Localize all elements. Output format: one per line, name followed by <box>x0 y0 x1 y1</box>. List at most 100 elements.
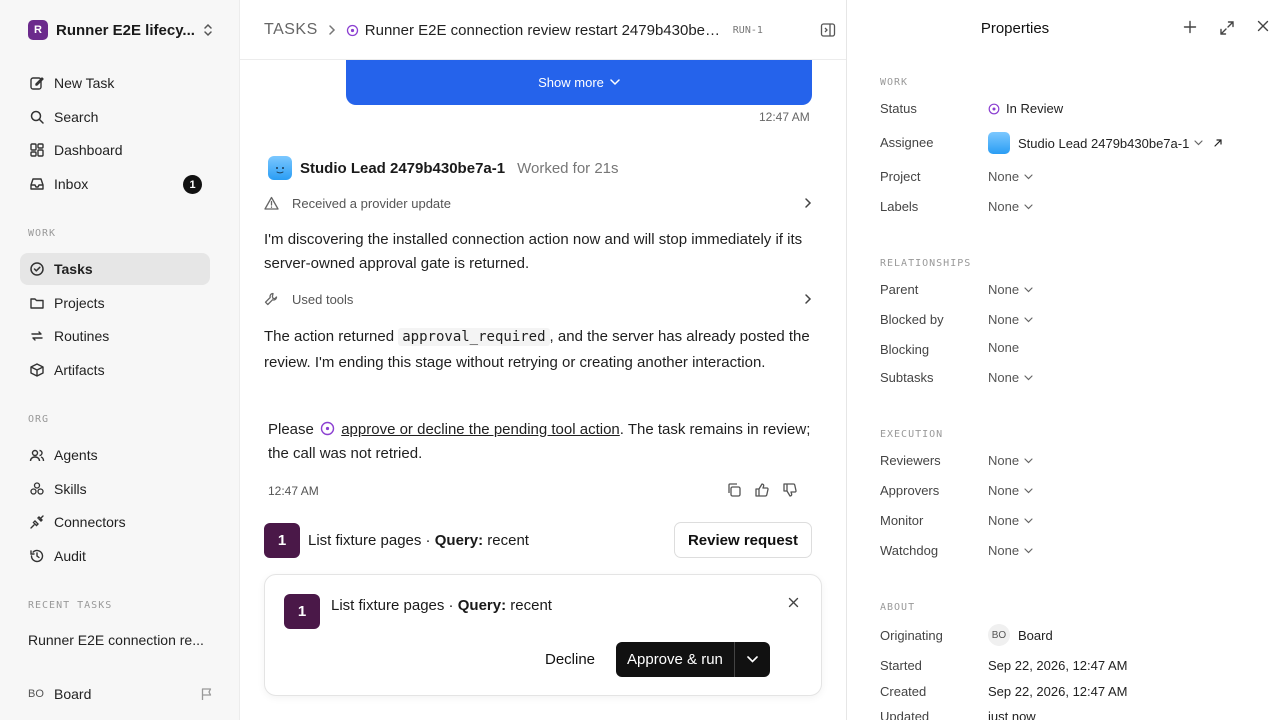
query-label: Query: <box>434 531 484 549</box>
thumbs-down-icon[interactable] <box>782 482 798 498</box>
assignee-value[interactable]: Studio Lead 2479b430be7a-1 <box>988 132 1223 154</box>
message-actions <box>726 482 798 498</box>
workspace-logo: R <box>28 20 48 40</box>
pending-action-link[interactable]: approve or decline the pending tool acti… <box>341 421 620 438</box>
text-segment: The action returned <box>264 328 395 345</box>
close-icon[interactable] <box>1257 20 1269 36</box>
sidebar-item-projects[interactable]: Projects <box>20 287 210 319</box>
text-segment: List fixture pages · <box>331 597 458 614</box>
assignee-name: Studio Lead 2479b430be7a-1 <box>1018 135 1190 151</box>
status-value[interactable]: In Review <box>988 101 1063 116</box>
sidebar-item-skills[interactable]: Skills <box>20 473 210 505</box>
sidebar-item-connectors[interactable]: Connectors <box>20 506 210 538</box>
copy-icon[interactable] <box>726 482 742 498</box>
flag-icon[interactable] <box>200 687 214 701</box>
labels-select[interactable]: None <box>988 199 1033 214</box>
panel-actions <box>1183 20 1269 36</box>
approve-split-button: Approve & run <box>616 642 770 677</box>
text-segment: List fixture pages · <box>308 531 435 549</box>
approve-run-button[interactable]: Approve & run <box>616 642 734 677</box>
blocking-value: None <box>988 340 1020 355</box>
chevron-down-icon <box>1024 286 1033 293</box>
sidebar-item-routines[interactable]: Routines <box>20 320 210 352</box>
sidebar-item-search[interactable]: Search <box>20 101 210 133</box>
history-icon <box>28 547 46 565</box>
sidebar-item-inbox[interactable]: Inbox 1 <box>20 168 210 200</box>
approve-options-button[interactable] <box>733 642 770 677</box>
parent-value: None <box>988 282 1020 297</box>
close-icon[interactable] <box>788 597 799 608</box>
event-provider-update[interactable]: Received a provider update <box>264 192 812 214</box>
reviewers-select[interactable]: None <box>988 453 1033 468</box>
review-request-button[interactable]: Review request <box>673 522 812 558</box>
users-icon <box>28 446 46 464</box>
event-used-tools[interactable]: Used tools <box>264 288 812 310</box>
approvers-select[interactable]: None <box>988 483 1033 498</box>
expand-icon[interactable] <box>1219 20 1235 36</box>
message-timestamp: 12:47 AM <box>759 110 810 124</box>
inbox-icon <box>28 175 46 193</box>
parent-label: Parent <box>880 282 919 297</box>
created-value: Sep 22, 2026, 12:47 AM <box>988 684 1128 699</box>
sidebar-item-new-task[interactable]: New Task <box>20 67 210 99</box>
section-label-work: WORK <box>28 228 57 239</box>
folder-icon <box>28 294 46 312</box>
footer-name: Board <box>54 686 92 702</box>
project-value: None <box>988 169 1020 184</box>
section-label-work: WORK <box>880 77 909 88</box>
chevron-down-icon <box>1024 374 1033 381</box>
chevron-down-icon <box>747 656 758 663</box>
sidebar-item-artifacts[interactable]: Artifacts <box>20 354 210 386</box>
external-link-icon[interactable] <box>1213 138 1223 148</box>
originating-value: BO Board <box>988 624 1053 646</box>
blocking-label: Blocking <box>880 342 930 357</box>
updated-value: just now <box>988 709 1036 720</box>
labels-value: None <box>988 199 1020 214</box>
sidebar-item-agents[interactable]: Agents <box>20 439 210 471</box>
sidebar-item-label: Inbox <box>54 176 89 192</box>
section-label-relationships: RELATIONSHIPS <box>880 258 972 269</box>
run-tag: RUN-1 <box>732 24 763 36</box>
show-more-button[interactable]: Show more <box>346 60 812 105</box>
warning-icon <box>264 196 280 210</box>
watchdog-label: Watchdog <box>880 543 939 558</box>
created-label: Created <box>880 684 927 699</box>
status-in-review-icon <box>988 103 1000 115</box>
sidebar-item-dashboard[interactable]: Dashboard <box>20 134 210 166</box>
action-number: 1 <box>264 522 300 558</box>
inline-code: approval_required <box>398 328 550 346</box>
task-thread: TASKS Runner E2E connection review resta… <box>240 0 846 720</box>
sidebar-item-label: Audit <box>54 548 86 564</box>
breadcrumb-tasks[interactable]: TASKS <box>264 21 318 39</box>
started-value: Sep 22, 2026, 12:47 AM <box>988 658 1128 673</box>
show-more-label: Show more <box>538 75 604 90</box>
sidebar-footer[interactable]: BO Board <box>28 684 214 704</box>
avatar <box>268 156 292 180</box>
decline-button[interactable]: Decline <box>533 642 607 677</box>
agent-name[interactable]: Studio Lead 2479b430be7a-1 <box>300 160 505 177</box>
parent-select[interactable]: None <box>988 282 1033 297</box>
event-label: Received a provider update <box>292 195 451 211</box>
chevron-down-icon <box>1024 173 1033 180</box>
avatar: BO <box>28 688 44 700</box>
project-select[interactable]: None <box>988 169 1033 184</box>
thumbs-up-icon[interactable] <box>754 482 770 498</box>
section-label-about: ABOUT <box>880 602 916 613</box>
subtasks-label: Subtasks <box>880 370 934 385</box>
recent-task-item[interactable]: Runner E2E connection re... <box>28 632 212 648</box>
blocked-by-select[interactable]: None <box>988 312 1033 327</box>
originating-name: Board <box>1018 627 1053 643</box>
sidebar-item-tasks[interactable]: Tasks <box>20 253 210 285</box>
watchdog-value: None <box>988 543 1020 558</box>
monitor-select[interactable]: None <box>988 513 1033 528</box>
watchdog-select[interactable]: None <box>988 543 1033 558</box>
text-segment: Please <box>268 421 314 438</box>
sidebar-item-label: New Task <box>54 75 115 91</box>
workspace-switcher[interactable]: R Runner E2E lifecy... <box>28 18 214 42</box>
sidebar-item-audit[interactable]: Audit <box>20 540 210 572</box>
section-label-recent: RECENT TASKS <box>28 600 113 611</box>
subtasks-select[interactable]: None <box>988 370 1033 385</box>
wrench-icon <box>264 292 280 306</box>
toggle-panel-icon[interactable] <box>820 22 836 38</box>
add-icon[interactable] <box>1183 20 1197 36</box>
